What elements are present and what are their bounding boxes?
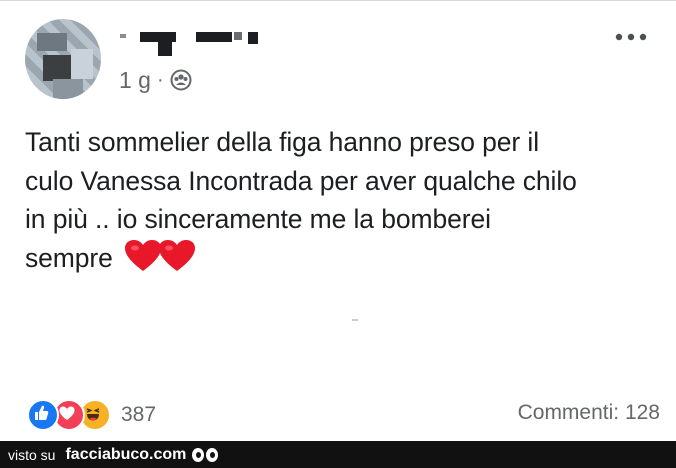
eyes-logo-icon bbox=[192, 447, 219, 462]
avatar[interactable] bbox=[25, 19, 101, 99]
author-name-redacted[interactable] bbox=[120, 28, 260, 56]
reactions-summary[interactable]: 387 bbox=[27, 399, 156, 431]
post-text-line: Tanti sommelier della figa hanno preso p… bbox=[25, 127, 539, 157]
watermark-prefix: visto su bbox=[8, 446, 56, 463]
post-text-line: culo Vanessa Incontrada per aver qualche… bbox=[25, 165, 577, 196]
more-options-button[interactable] bbox=[611, 26, 651, 48]
post-meta: 1 g · bbox=[119, 65, 192, 95]
watermark-site: facciabuco.com bbox=[65, 445, 187, 463]
emoji-group bbox=[124, 239, 196, 273]
red-heart-icon bbox=[125, 239, 162, 271]
friends-group-icon[interactable] bbox=[170, 69, 192, 91]
red-heart-icon bbox=[159, 239, 196, 271]
post-text-line: in più .. io sinceramente me la bomberei bbox=[25, 204, 491, 234]
more-options-icon bbox=[615, 33, 647, 41]
watermark-bar: visto su facciabuco.com bbox=[0, 441, 676, 468]
like-icon bbox=[27, 399, 59, 431]
post-text-line-last: sempre bbox=[25, 239, 645, 278]
post-timestamp[interactable]: 1 g bbox=[119, 67, 151, 94]
divider-mark bbox=[352, 319, 358, 321]
post-body: Tanti sommelier della figa hanno preso p… bbox=[25, 123, 645, 277]
post-card: 1 g · Tanti sommelier della figa hanno p… bbox=[0, 0, 676, 441]
meta-separator: · bbox=[156, 68, 164, 91]
reaction-count[interactable]: 387 bbox=[121, 403, 156, 427]
post-text-line: sempre bbox=[25, 242, 113, 273]
comments-count-link[interactable]: Commenti: 128 bbox=[518, 401, 660, 425]
